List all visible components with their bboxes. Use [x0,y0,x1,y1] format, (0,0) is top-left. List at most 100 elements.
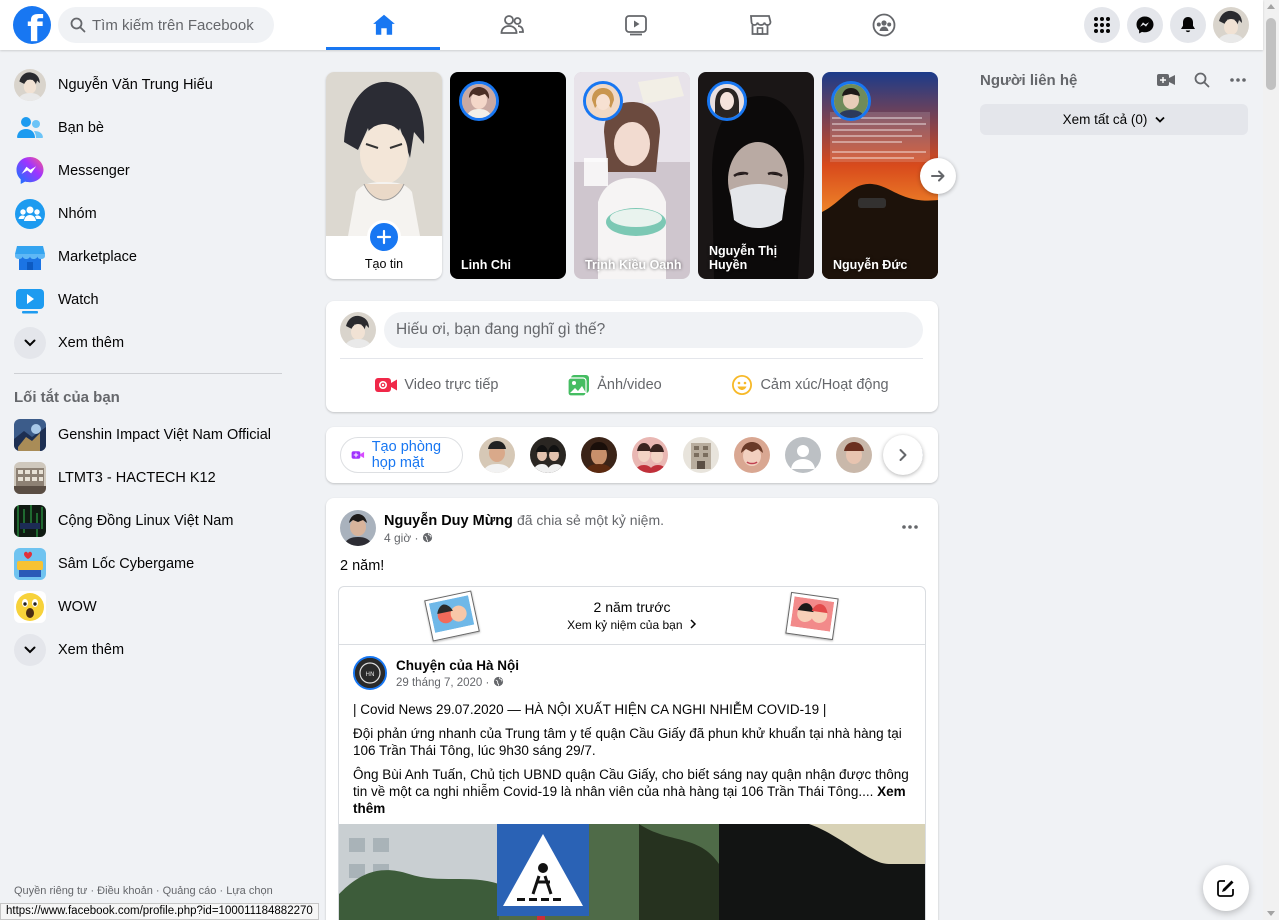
shared-page-name[interactable]: Chuyện của Hà Nội [396,658,519,673]
groups-icon [872,13,896,37]
shortcut-wow[interactable]: WOW [8,585,288,628]
contacts-options-button[interactable] [1228,70,1248,90]
scrollbar-thumb[interactable] [1266,18,1276,90]
stories-next-button[interactable] [920,158,956,194]
composer-divider [340,358,923,359]
tab-groups[interactable] [822,0,946,50]
sidebar-item-profile[interactable]: Nguyễn Văn Trung Hiếu [8,63,288,106]
messenger-button[interactable] [1127,7,1163,43]
sidebar-item-label: Messenger [58,162,130,179]
story-card[interactable]: Linh Chi [450,72,566,279]
facebook-logo[interactable]: f [13,6,51,44]
story-card[interactable]: Nguyễn Thị Huyền [698,72,814,279]
shortcut-genshin[interactable]: Genshin Impact Việt Nam Official [8,413,288,456]
scroll-down-arrow[interactable] [1267,911,1275,916]
shared-post-date[interactable]: 29 tháng 7, 2020 · [396,677,489,689]
see-all-contacts-button[interactable]: Xem tất cả (0) [980,104,1248,135]
story-card[interactable]: Trịnh Kiều Oanh [574,72,690,279]
shortcut-label: WOW [58,598,97,615]
feeling-activity-button[interactable]: Cảm xúc/Hoạt động [730,373,889,397]
room-contact-avatar[interactable] [734,437,770,473]
compose-icon [1217,880,1234,897]
tab-marketplace[interactable] [698,0,822,50]
action-label: Video trực tiếp [404,377,499,393]
post-author-avatar[interactable] [340,510,376,546]
search-icon [1194,72,1210,88]
more-horizontal-icon [902,525,918,529]
sidebar-item-groups[interactable]: Nhóm [8,192,288,235]
page-scrollbar[interactable] [1263,0,1279,920]
scroll-up-arrow[interactable] [1267,4,1275,9]
shared-page-avatar[interactable]: HN [353,656,387,690]
create-story-card[interactable]: Tạo tin [326,72,442,279]
shortcut-label: Cộng Đồng Linux Việt Nam [58,512,234,529]
new-room-button[interactable] [1156,70,1176,90]
sidebar-item-messenger[interactable]: Messenger [8,149,288,192]
tab-friends[interactable] [450,0,574,50]
story-name: Trịnh Kiều Oanh [585,258,682,272]
sidebar-item-watch[interactable]: Watch [8,278,288,321]
watch-icon [625,15,647,36]
memory-link[interactable]: Xem kỷ niệm của bạn [339,618,925,632]
add-story-button[interactable] [367,220,401,254]
composer-input[interactable]: Hiếu ơi, bạn đang nghĩ gì thế? [384,312,923,348]
memory-header: 2 năm trước Xem kỷ niệm của bạn [339,587,925,645]
sidebar-item-marketplace[interactable]: Marketplace [8,235,288,278]
memory-sticker-left [424,590,480,642]
rooms-next-button[interactable] [883,435,923,475]
sidebar-item-friends[interactable]: Bạn bè [8,106,288,149]
video-room-icon [351,451,365,459]
post-options-button[interactable] [902,516,918,532]
sidebar-item-label: Watch [58,291,99,308]
shortcut-thumbnail [14,504,46,537]
sidebar-see-more[interactable]: Xem thêm [8,321,288,364]
search-box[interactable] [58,7,274,43]
friends-icon [14,112,46,144]
account-avatar[interactable] [1213,7,1249,43]
tab-home[interactable] [326,0,450,50]
shortcut-thumbnail [14,418,46,451]
room-contact-avatar[interactable] [581,437,617,473]
shortcut-samloc[interactable]: Sâm Lốc Cybergame [8,542,288,585]
create-room-button[interactable]: Tạo phòng họp mặt [340,437,463,473]
room-contact-avatar[interactable] [632,437,668,473]
globe-icon [493,676,503,686]
shortcut-ltmt3[interactable]: LTMT3 - HACTECH K12 [8,456,288,499]
room-contact-avatar[interactable] [785,437,821,473]
shortcuts-see-more[interactable]: Xem thêm [8,628,288,671]
sidebar-item-label: Nguyễn Văn Trung Hiếu [58,76,213,93]
more-horizontal-icon [1230,78,1246,82]
post-text: 2 năm! [340,558,385,574]
new-message-button[interactable] [1203,865,1249,911]
news-feed: Tạo tin Linh Chi Trịnh Kiều Oanh Nguyễn … [326,72,956,920]
action-label: Cảm xúc/Hoạt động [760,377,889,393]
story-avatar [459,81,499,121]
tab-watch[interactable] [574,0,698,50]
room-contact-avatar[interactable] [530,437,566,473]
story-avatar [583,81,623,121]
search-input[interactable] [92,16,262,34]
footer-links[interactable]: Quyền riêng tư · Điều khoản · Quảng cáo … [14,884,273,898]
notifications-button[interactable] [1170,7,1206,43]
composer-avatar[interactable] [340,312,376,348]
sidebar-item-label: Marketplace [58,248,137,265]
post-author-name[interactable]: Nguyễn Duy Mừng [384,513,513,529]
room-contact-avatar[interactable] [683,437,719,473]
live-video-button[interactable]: Video trực tiếp [374,373,498,397]
post-timestamp[interactable]: 4 giờ · [384,531,419,545]
shared-post-paragraph: Ông Bùi Anh Tuấn, Chủ tịch UBND quận Cầu… [353,767,909,816]
story-name: Linh Chi [461,258,511,272]
room-contact-avatar[interactable] [836,437,872,473]
feeling-icon [732,375,753,395]
marketplace-icon [14,241,46,273]
shared-post-photo[interactable] [339,824,925,920]
shortcut-linux[interactable]: Cộng Đồng Linux Việt Nam [8,499,288,542]
shared-post: HN Chuyện của Hà Nội 29 tháng 7, 2020 · … [339,645,925,817]
search-contacts-button[interactable] [1192,70,1212,90]
room-contact-avatar[interactable] [479,437,515,473]
menu-button[interactable] [1084,7,1120,43]
friends-icon [500,15,524,34]
memory-sticker-right [785,591,839,641]
contacts-title: Người liên hệ [980,71,1078,89]
photo-video-button[interactable]: Ảnh/video [567,373,662,397]
